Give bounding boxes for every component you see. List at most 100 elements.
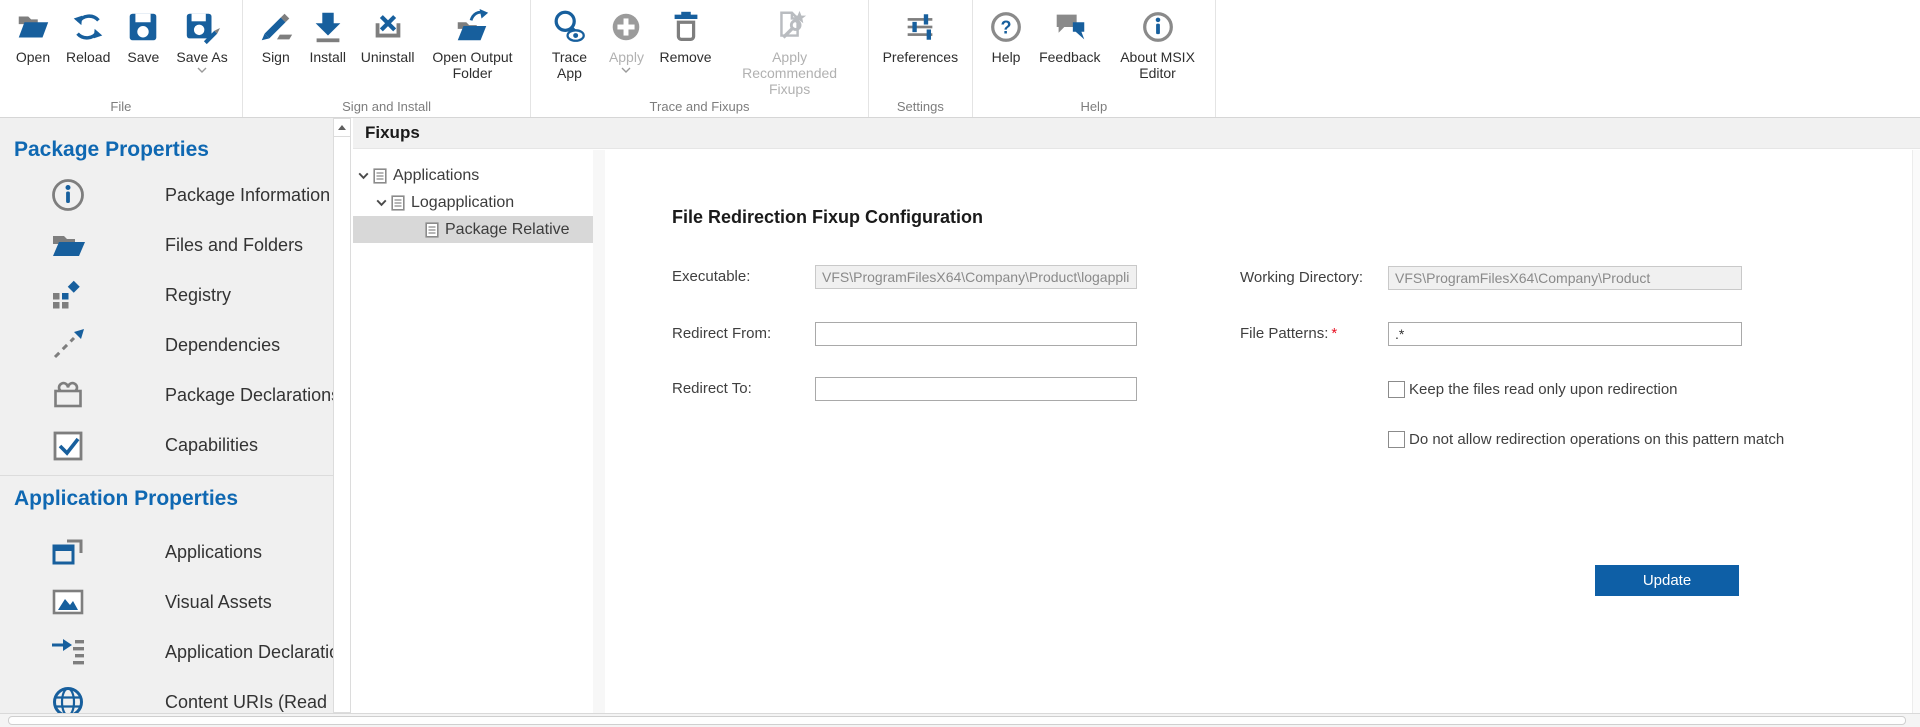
registry-icon [48,275,88,315]
fixups-panel-header: Fixups [353,118,1920,149]
tree-item-package-relative[interactable]: Package Relative [353,216,593,243]
ribbon-button-label: Apply Recommended Fixups [726,49,854,97]
ribbon-group-help: ?Help Feedback About MSIX Editor Help [973,0,1215,117]
preferences-icon [901,8,939,46]
ribbon-group-settings: Preferences Settings [869,0,973,117]
ribbon-button-label: Open Output Folder [428,49,516,81]
save-as-button[interactable]: Save As [170,8,233,73]
sidebar-item-package-declarations[interactable]: Package Declarations [0,370,333,420]
update-button[interactable]: Update [1595,565,1739,596]
save-icon [124,8,162,46]
tree-item-applications[interactable]: Applications [353,162,593,189]
application-declarations-icon [48,632,88,672]
ribbon-button-label: Feedback [1039,49,1100,65]
ribbon-button-label: Help [992,49,1021,65]
about-msix-editor-button[interactable]: About MSIX Editor [1109,8,1207,81]
horizontal-scrollbar-thumb[interactable] [8,716,1906,725]
redirect-to-label: Redirect To: [672,380,752,397]
sidebar-item-application-declarations-read-only[interactable]: Application Declarations (Read Only) [0,627,333,677]
keep-read-only-checkbox-row: Keep the files read only upon redirectio… [1388,381,1678,398]
ribbon-button-label: Open [16,49,50,65]
sidebar-item-visual-assets[interactable]: Visual Assets [0,577,333,627]
keep-read-only-checkbox[interactable] [1388,381,1405,398]
save-button[interactable]: Save [118,8,168,65]
chevron-down-icon[interactable] [374,195,389,210]
sidebar-item-label: Dependencies [165,335,280,356]
sidebar-item-files-and-folders[interactable]: Files and Folders [0,220,333,270]
ribbon-group-label: Settings [869,99,972,114]
help-button[interactable]: ?Help [981,8,1031,65]
preferences-button[interactable]: Preferences [877,8,964,65]
working-directory-input [1388,266,1742,290]
sidebar-item-capabilities[interactable]: Capabilities [0,420,333,470]
reload-button[interactable]: Reload [60,8,116,65]
remove-button[interactable]: Remove [653,8,717,65]
redirect-from-input[interactable] [815,322,1137,346]
form-title: File Redirection Fixup Configuration [672,207,983,228]
save-as-icon [183,8,221,46]
sidebar-item-label: Capabilities [165,435,258,456]
chevron-down-icon [197,67,207,73]
sidebar-heading-application-properties: Application Properties [0,476,333,527]
working-directory-label: Working Directory: [1240,269,1363,286]
executable-label: Executable: [672,268,750,285]
feedback-button[interactable]: Feedback [1033,8,1106,65]
apply-recommended-fixups-icon [771,8,809,46]
sidebar-item-applications[interactable]: Applications [0,527,333,577]
no-redirect-on-match-checkbox[interactable] [1388,431,1405,448]
install-icon [309,8,347,46]
files-and-folders-icon [48,225,88,265]
open-output-folder-button[interactable]: Open Output Folder [422,8,522,81]
fixups-panel-title: Fixups [365,123,420,143]
ribbon-button-label: Remove [659,49,711,65]
tree-item-logapplication[interactable]: Logapplication [353,189,593,216]
scroll-up-button[interactable] [334,119,350,137]
horizontal-scrollbar[interactable] [0,713,1920,727]
sign-icon [257,8,295,46]
file-patterns-input[interactable] [1388,322,1742,346]
ribbon-button-label: About MSIX Editor [1115,49,1201,81]
panel-splitter[interactable] [593,150,605,713]
capabilities-icon [48,425,88,465]
executable-input [815,265,1137,289]
ribbon-group-sign-and-install: SignInstallUninstallOpen Output FolderSi… [243,0,532,117]
sidebar-item-content-uris-read-only[interactable]: Content URIs (Read Only) [0,677,333,713]
reload-icon [69,8,107,46]
open-output-folder-icon [453,8,491,46]
remove-icon [667,8,705,46]
visual-assets-icon [48,582,88,622]
open-button[interactable]: Open [8,8,58,65]
ribbon-button-label: Trace App [545,49,593,81]
redirect-from-label: Redirect From: [672,325,771,342]
ribbon-group-label: Help [973,99,1214,114]
document-icon [373,168,387,184]
trace-app-button[interactable]: Trace App [539,8,599,81]
keep-read-only-checkbox-label: Keep the files read only upon redirectio… [1409,381,1678,398]
ribbon-button-label: Save [127,49,159,65]
sidebar-item-label: Package Information [165,185,330,206]
sidebar-item-package-information[interactable]: Package Information [0,170,333,220]
document-icon [391,195,405,211]
ribbon-group-label: Trace and Fixups [531,99,867,114]
uninstall-button[interactable]: Uninstall [355,8,421,65]
vertical-scrollbar-track[interactable] [1912,150,1920,713]
redirect-to-input[interactable] [815,377,1137,401]
sign-button[interactable]: Sign [251,8,301,65]
install-button[interactable]: Install [303,8,353,65]
ribbon-button-label: Save As [176,49,227,65]
apply-icon [607,8,645,46]
no-redirect-on-match-checkbox-label: Do not allow redirection operations on t… [1409,431,1784,448]
open-icon [14,8,52,46]
ribbon-button-label: Apply [609,49,644,65]
sidebar-item-label: Applications [165,542,262,563]
sidebar-item-dependencies[interactable]: Dependencies [0,320,333,370]
sidebar-item-registry[interactable]: Registry [0,270,333,320]
ribbon-group-trace-and-fixups: Trace App Apply Remove Apply Recommended Fi… [531,0,868,117]
document-icon [425,222,439,238]
chevron-down-icon[interactable] [356,168,371,183]
required-asterisk: * [1331,325,1337,342]
sidebar-scrollbar[interactable] [333,118,351,713]
package-declarations-icon [48,375,88,415]
ribbon-toolbar: OpenReloadSaveSave AsFileSignInstallUnin… [0,0,1920,118]
dependencies-icon [48,325,88,365]
